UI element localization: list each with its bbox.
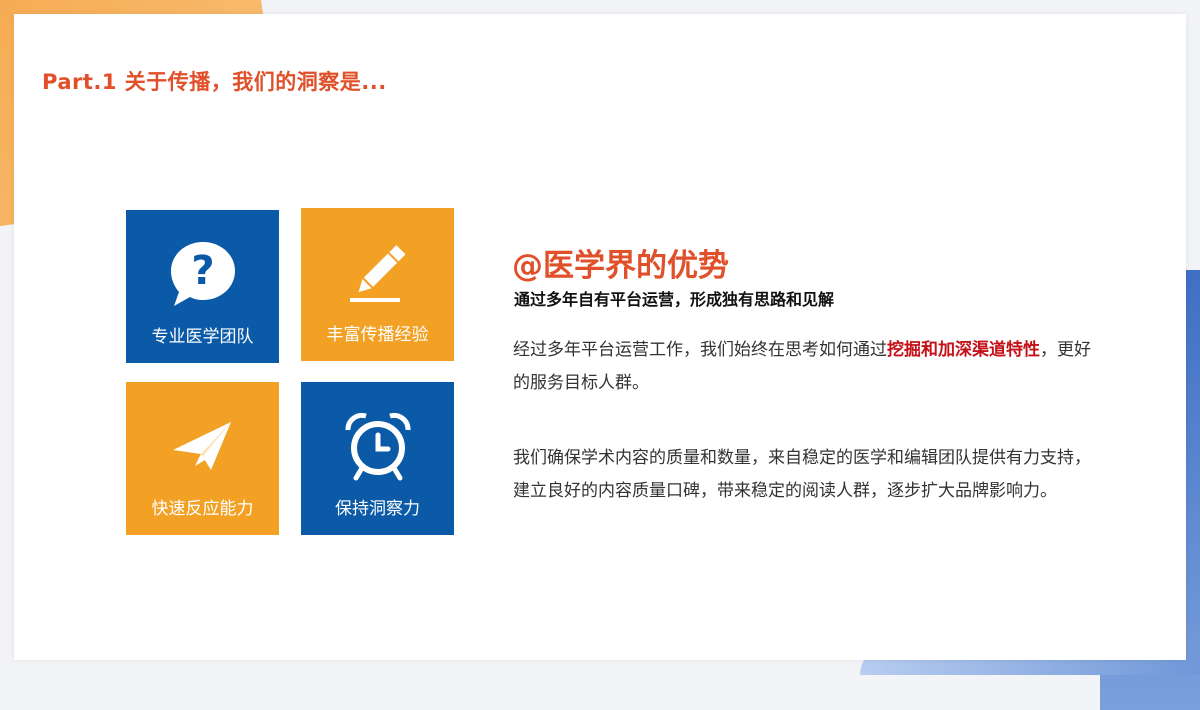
alarm-clock-icon bbox=[340, 408, 416, 484]
tile-insight: 保持洞察力 bbox=[301, 382, 454, 535]
tile-medical-team: ? 专业医学团队 bbox=[126, 210, 279, 363]
pencil-icon bbox=[340, 234, 416, 310]
tile-label: 快速反应能力 bbox=[151, 499, 254, 519]
svg-text:?: ? bbox=[191, 248, 214, 294]
section-headline: @医学界的优势 bbox=[512, 248, 729, 284]
page-title: Part.1 关于传播，我们的洞察是... bbox=[42, 70, 387, 94]
paragraph-text: 经过多年平台运营工作，我们始终在思考如何通过 bbox=[513, 340, 887, 360]
question-bubble-icon: ? bbox=[165, 236, 241, 312]
tile-communication-experience: 丰富传播经验 bbox=[301, 208, 454, 361]
paper-plane-icon bbox=[165, 408, 241, 484]
section-subhead: 通过多年自有平台运营，形成独有思路和见解 bbox=[514, 290, 835, 309]
highlight-text: 挖掘和加深渠道特性 bbox=[887, 340, 1040, 360]
paragraph-quality: 我们确保学术内容的质量和数量，来自稳定的医学和编辑团队提供有力支持，建立良好的内… bbox=[513, 448, 1091, 501]
paragraph-channel: 经过多年平台运营工作，我们始终在思考如何通过挖掘和加深渠道特性，更好的服务目标人… bbox=[513, 334, 1093, 400]
tile-label: 保持洞察力 bbox=[335, 499, 420, 519]
tile-quick-response: 快速反应能力 bbox=[126, 382, 279, 535]
tile-label: 丰富传播经验 bbox=[326, 325, 429, 345]
tile-label: 专业医学团队 bbox=[151, 327, 254, 347]
